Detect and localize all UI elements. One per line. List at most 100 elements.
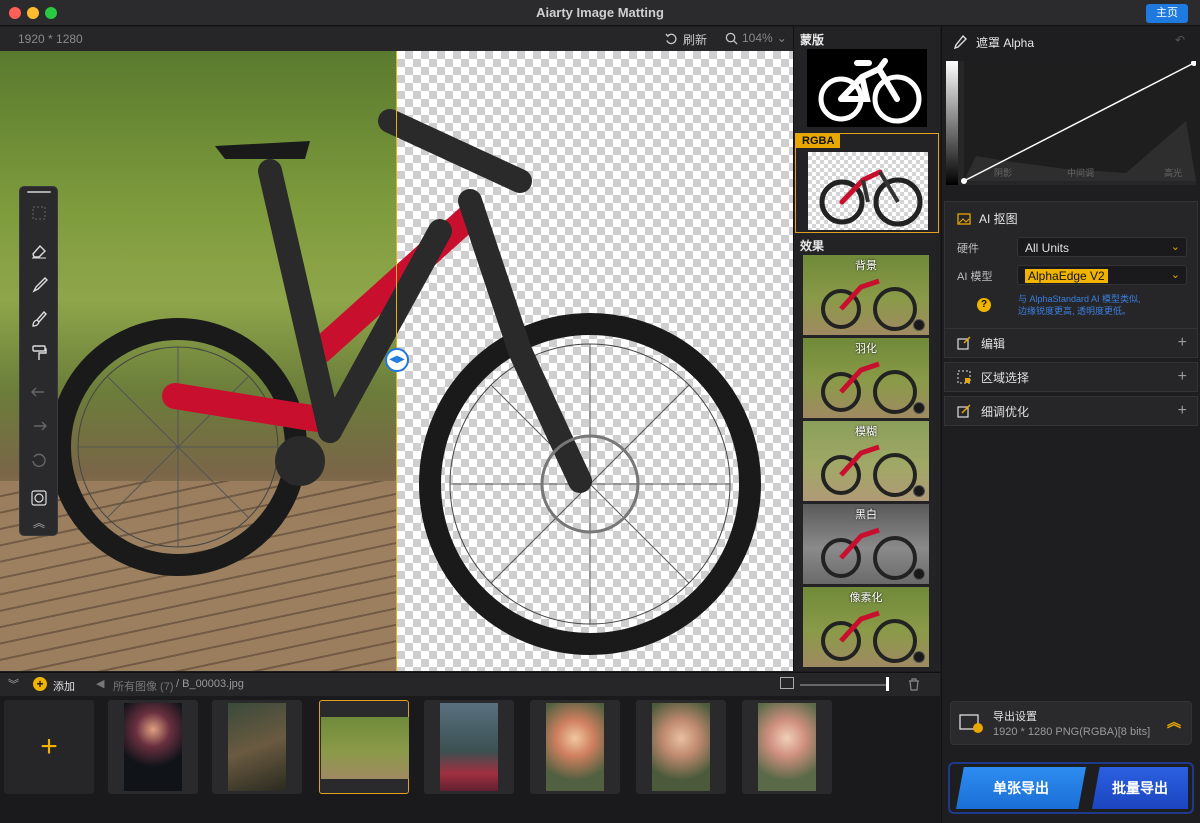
- effect-label: 背景: [855, 260, 877, 272]
- plus-icon[interactable]: +: [1178, 402, 1187, 420]
- palette-grip[interactable]: [27, 191, 51, 193]
- add-label[interactable]: 添加: [53, 678, 75, 694]
- paint-tool-button[interactable]: [27, 307, 51, 331]
- collapse-strip-icon[interactable]: ︾: [8, 676, 19, 692]
- refine-label: 细调优化: [981, 404, 1030, 419]
- plus-icon[interactable]: +: [1178, 334, 1187, 352]
- refine-icon: [957, 404, 971, 418]
- settings-panel: 遮罩 Alpha ↶ 阴影 中间调 高光 AI 抠图 硬件 All Units …: [941, 27, 1200, 823]
- curve-label-midtone: 中间调: [1067, 168, 1095, 178]
- add-circle-icon[interactable]: +: [33, 677, 47, 691]
- region-select-section[interactable]: 区域选择 +: [944, 362, 1198, 392]
- effect-toggle[interactable]: [913, 402, 925, 414]
- effect-black-white[interactable]: 黑白: [803, 504, 929, 584]
- ai-model-value: AlphaEdge V2: [1025, 269, 1108, 283]
- image-thumbnail[interactable]: [424, 700, 514, 794]
- trash-icon[interactable]: [908, 678, 920, 691]
- ai-model-select[interactable]: AlphaEdge V2 ⌄: [1017, 265, 1187, 285]
- effect-toggle[interactable]: [913, 319, 925, 331]
- image-thumbnail[interactable]: [636, 700, 726, 794]
- region-label: 区域选择: [981, 370, 1030, 385]
- mask-thumbnail[interactable]: [807, 49, 927, 127]
- chevron-down-icon: ⌄: [1170, 269, 1180, 281]
- export-settings-title: 导出设置: [993, 711, 1037, 723]
- image-thumbnail[interactable]: [108, 700, 198, 794]
- hardware-select[interactable]: All Units ⌄: [1017, 237, 1187, 257]
- woman-roses-image: [546, 703, 604, 791]
- edit-icon: [957, 336, 971, 350]
- brush-tool-button[interactable]: [27, 273, 51, 297]
- effect-toggle[interactable]: [913, 651, 925, 663]
- reset-button[interactable]: [27, 448, 51, 472]
- effect-feather[interactable]: 羽化: [803, 338, 929, 418]
- effect-background[interactable]: 背景: [803, 255, 929, 335]
- curve-label-shadow: 阴影: [994, 168, 1013, 178]
- current-file-label: / B_00003.jpg: [176, 678, 244, 690]
- export-settings[interactable]: 导出设置 1920 * 1280 PNG(RGBA)[8 bits] ︽: [950, 701, 1192, 745]
- export-batch-button[interactable]: 批量导出: [1092, 767, 1188, 809]
- effect-label: 黑白: [855, 509, 877, 521]
- paint-roller-icon: [32, 345, 47, 360]
- slider-handle[interactable]: [886, 677, 889, 691]
- chevron-up-icon: ︽: [32, 515, 45, 530]
- undo-curve-icon[interactable]: ↶: [1175, 33, 1185, 47]
- chevron-up-icon[interactable]: ︽: [1167, 712, 1181, 732]
- hardware-value: All Units: [1025, 241, 1070, 255]
- reset-icon: [32, 453, 46, 467]
- effect-pixelate[interactable]: 像素化: [803, 587, 929, 667]
- mask-label: 蒙版: [800, 33, 825, 47]
- select-tool-button[interactable]: [27, 201, 51, 225]
- plus-icon[interactable]: +: [1178, 368, 1187, 386]
- rgba-bike-image: [819, 169, 923, 227]
- effect-toggle[interactable]: [913, 485, 925, 497]
- forest-sword-image: [228, 703, 286, 791]
- refresh-button[interactable]: 刷新: [665, 31, 707, 48]
- export-single-button[interactable]: 单张导出: [956, 767, 1086, 809]
- edit-section[interactable]: 编辑 +: [944, 328, 1198, 358]
- image-thumbnail[interactable]: [742, 700, 832, 794]
- undo-icon: [31, 387, 44, 397]
- marquee-icon: [32, 206, 46, 220]
- focus-button[interactable]: [27, 486, 51, 510]
- alpha-curve-editor[interactable]: 阴影 中间调 高光: [946, 60, 1197, 185]
- image-strip-header: ︾ + 添加 ◀ 所有图像 (7) / B_00003.jpg: [0, 672, 940, 696]
- focus-icon: [31, 490, 47, 506]
- chevron-down-icon: ⌄: [1170, 241, 1180, 253]
- redo-icon: [34, 421, 47, 431]
- thumbnail-size-slider[interactable]: [800, 684, 888, 686]
- app-title: Aiarty Image Matting: [536, 5, 664, 20]
- home-button[interactable]: 主页: [1146, 4, 1188, 23]
- effect-blur[interactable]: 模糊: [803, 421, 929, 501]
- canvas-header: 1920 * 1280 刷新 104% ⌄: [0, 27, 793, 51]
- effect-toggle[interactable]: [913, 568, 925, 580]
- compare-slider-handle[interactable]: ◀▶: [385, 348, 409, 372]
- rgba-preview[interactable]: RGBA: [795, 133, 939, 233]
- help-icon[interactable]: ?: [977, 298, 991, 312]
- zoom-control[interactable]: 104% ⌄: [725, 31, 787, 45]
- undo-button[interactable]: [27, 380, 51, 404]
- alpha-title: 遮罩 Alpha: [976, 35, 1035, 50]
- image-thumbnail[interactable]: [530, 700, 620, 794]
- image-thumbnail-selected[interactable]: [319, 700, 409, 794]
- curve-label-highlight: 高光: [1164, 168, 1183, 178]
- refine-section[interactable]: 细调优化 +: [944, 396, 1198, 426]
- image-view-icon[interactable]: [780, 677, 794, 689]
- title-bar: Aiarty Image Matting 主页: [0, 0, 1200, 26]
- image-canvas[interactable]: ◀▶ ︽: [0, 51, 793, 671]
- chevron-down-icon: ⌄: [776, 31, 787, 45]
- eraser-tool-button[interactable]: [27, 239, 51, 263]
- edit-label: 编辑: [981, 336, 1006, 351]
- all-images-link[interactable]: 所有图像 (7): [113, 678, 174, 694]
- model-hint: 与 AlphaStandard AI 模型类似, 边缘锐度更高, 透明度更低。: [1018, 293, 1193, 317]
- redo-button[interactable]: [27, 414, 51, 438]
- ai-model-label: AI 模型: [957, 271, 993, 283]
- back-arrow-icon[interactable]: ◀: [96, 677, 104, 690]
- hardware-label: 硬件: [957, 243, 979, 255]
- rgba-thumbnail: [808, 152, 928, 230]
- roller-tool-button[interactable]: [27, 341, 51, 365]
- add-image-tile[interactable]: +: [4, 700, 94, 794]
- paint-brush-icon: [32, 310, 47, 327]
- collapse-palette-button[interactable]: ︽: [27, 513, 51, 531]
- image-thumbnail[interactable]: [212, 700, 302, 794]
- woman-garden-image: [758, 703, 816, 791]
